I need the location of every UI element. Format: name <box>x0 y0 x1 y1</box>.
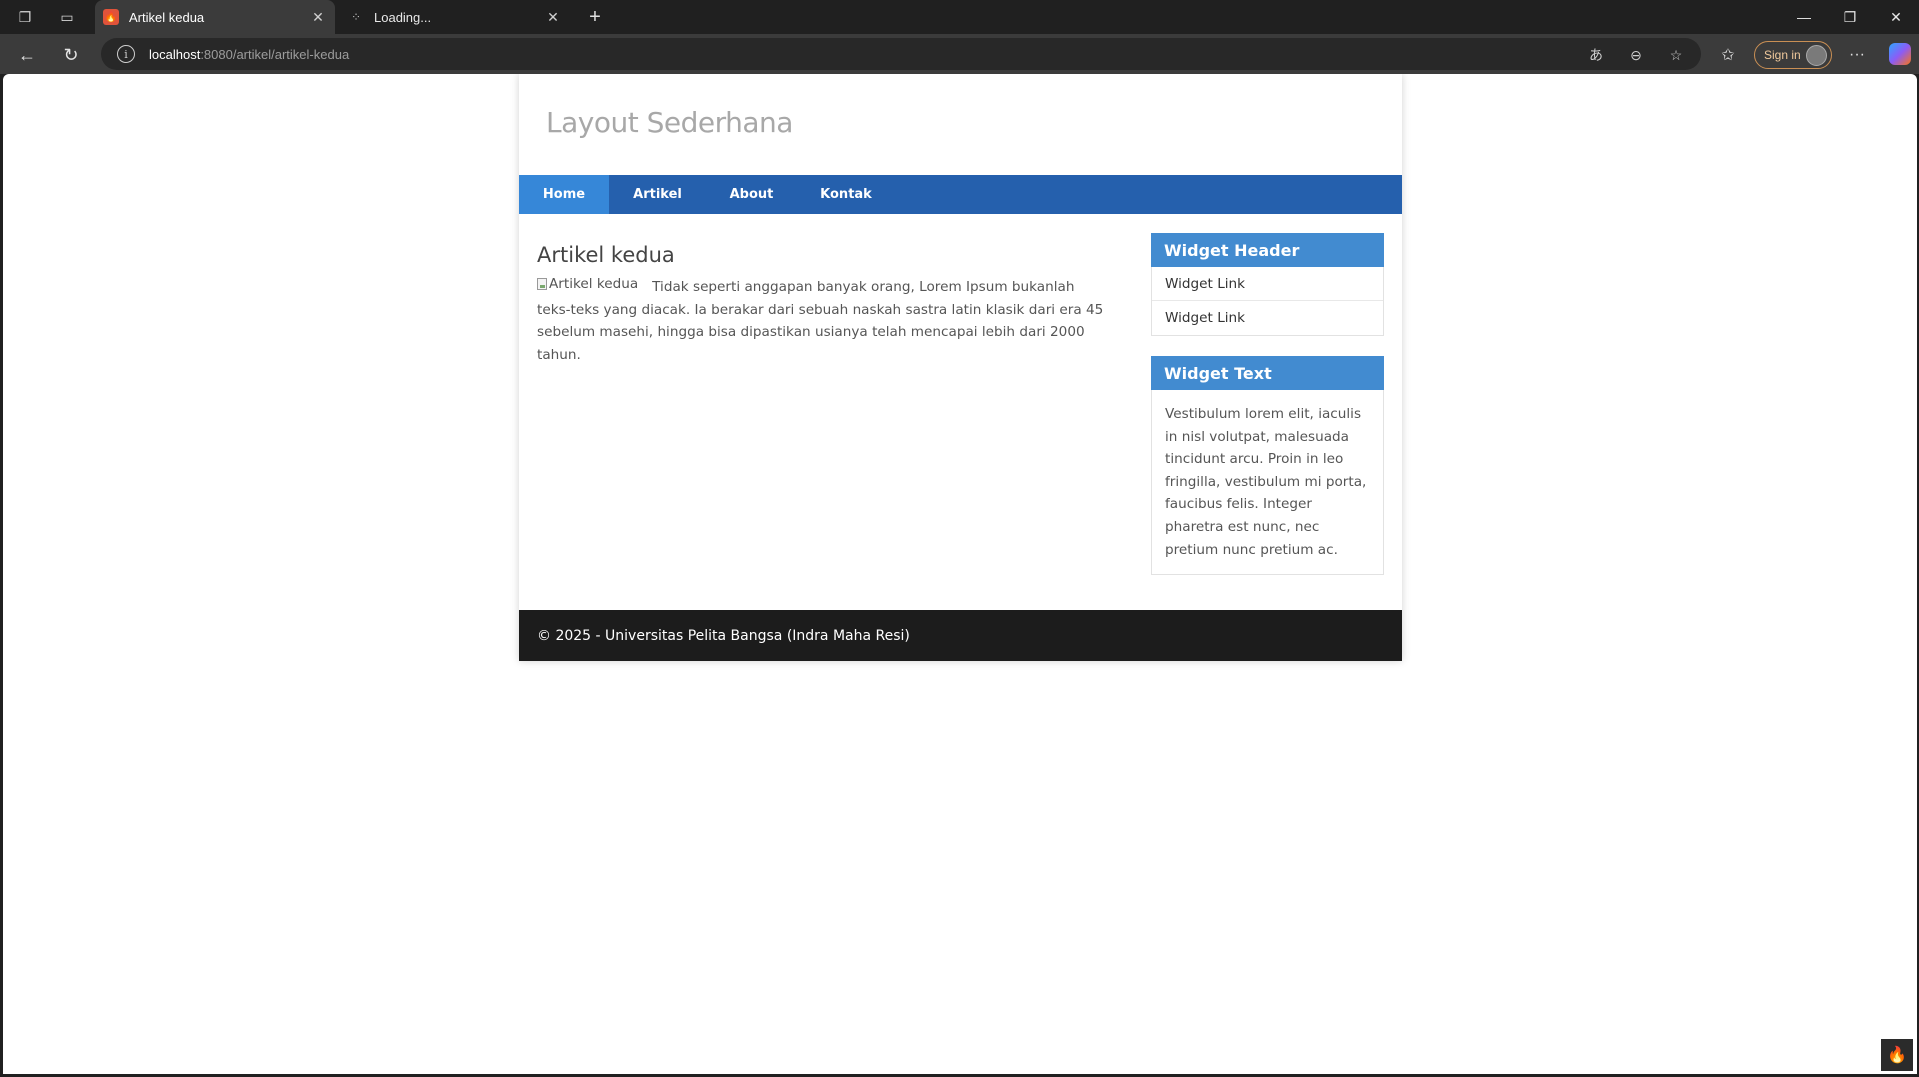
close-tab-icon[interactable]: ✕ <box>307 6 329 28</box>
zoom-icon[interactable]: ⊖ <box>1626 45 1646 65</box>
sidebar: Widget Header Widget Link Widget Link Wi… <box>1151 233 1384 595</box>
address-bar[interactable]: i localhost:8080/artikel/artikel-kedua あ… <box>101 38 1701 70</box>
more-options-icon[interactable]: ··· <box>1844 42 1870 68</box>
new-tab-icon[interactable]: + <box>583 5 607 29</box>
site-title: Layout Sederhana <box>546 106 793 139</box>
site-footer: © 2025 - Universitas Pelita Bangsa (Indr… <box>519 610 1402 661</box>
widget-text: Widget Text Vestibulum lorem elit, iacul… <box>1151 356 1384 576</box>
sign-in-label: Sign in <box>1764 48 1801 62</box>
nav-item-home[interactable]: Home <box>519 175 609 214</box>
content-area: Artikel kedua Artikel kedua Tidak sepert… <box>519 214 1402 610</box>
widget-text-body: Vestibulum lorem elit, iaculis in nisl v… <box>1165 406 1367 558</box>
article-image-alt: Artikel kedua <box>549 275 639 292</box>
codeigniter-favicon-icon: 🔥 <box>103 9 119 25</box>
close-tab-icon[interactable]: ✕ <box>542 6 564 28</box>
tab-loading[interactable]: ⁘ Loading... ✕ <box>340 0 570 34</box>
page-container: Layout Sederhana Home Artikel About Kont… <box>519 74 1402 661</box>
workspaces-icon[interactable]: ❐ <box>14 6 36 28</box>
minimize-icon[interactable]: — <box>1781 0 1827 34</box>
main-nav: Home Artikel About Kontak <box>519 175 1402 214</box>
avatar <box>1806 45 1827 66</box>
site-header: Layout Sederhana <box>519 74 1402 175</box>
footer-text: © 2025 - Universitas Pelita Bangsa (Indr… <box>537 627 910 644</box>
widget-header-title: Widget Header <box>1151 233 1384 267</box>
nav-item-artikel[interactable]: Artikel <box>609 175 706 214</box>
refresh-icon[interactable]: ↻ <box>58 42 84 68</box>
widget-link[interactable]: Widget Link <box>1152 301 1383 335</box>
window-close-icon[interactable]: ✕ <box>1873 0 1919 34</box>
tab-artikel-kedua[interactable]: 🔥 Artikel kedua ✕ <box>95 0 335 34</box>
widget-text-title: Widget Text <box>1151 356 1384 390</box>
article: Artikel kedua Artikel kedua Tidak sepert… <box>537 243 1107 366</box>
debug-toolbar-icon[interactable]: 🔥 <box>1881 1039 1913 1071</box>
url-text[interactable]: localhost:8080/artikel/artikel-kedua <box>149 47 349 62</box>
article-title: Artikel kedua <box>537 243 675 267</box>
nav-item-kontak[interactable]: Kontak <box>797 175 895 214</box>
loading-spinner-icon: ⁘ <box>350 10 362 24</box>
widget-links: Widget Header Widget Link Widget Link <box>1151 233 1384 336</box>
broken-image-icon <box>537 278 547 290</box>
tab-title: Loading... <box>374 9 432 25</box>
widget-link[interactable]: Widget Link <box>1152 267 1383 301</box>
site-info-icon[interactable]: i <box>117 45 135 63</box>
copilot-icon[interactable] <box>1889 43 1911 65</box>
nav-item-about[interactable]: About <box>706 175 797 214</box>
browser-tab-bar: ❐ ▭ 🔥 Artikel kedua ✕ ⁘ Loading... ✕ + —… <box>0 0 1919 34</box>
favorites-icon[interactable]: ✩ <box>1715 42 1741 68</box>
tab-title: Artikel kedua <box>129 9 205 25</box>
tab-actions-icon[interactable]: ▭ <box>56 6 78 28</box>
page-viewport: Layout Sederhana Home Artikel About Kont… <box>3 74 1917 1074</box>
restore-icon[interactable]: ❐ <box>1827 0 1873 34</box>
article-image: Artikel kedua <box>537 273 638 295</box>
favorite-star-icon[interactable]: ☆ <box>1666 45 1686 65</box>
sign-in-button[interactable]: Sign in <box>1754 41 1832 69</box>
browser-toolbar: ← ↻ i localhost:8080/artikel/artikel-ked… <box>0 34 1919 74</box>
back-icon[interactable]: ← <box>14 42 40 68</box>
article-body: Artikel kedua Tidak seperti anggapan ban… <box>537 276 1107 366</box>
read-aloud-icon[interactable]: あ <box>1586 45 1606 65</box>
